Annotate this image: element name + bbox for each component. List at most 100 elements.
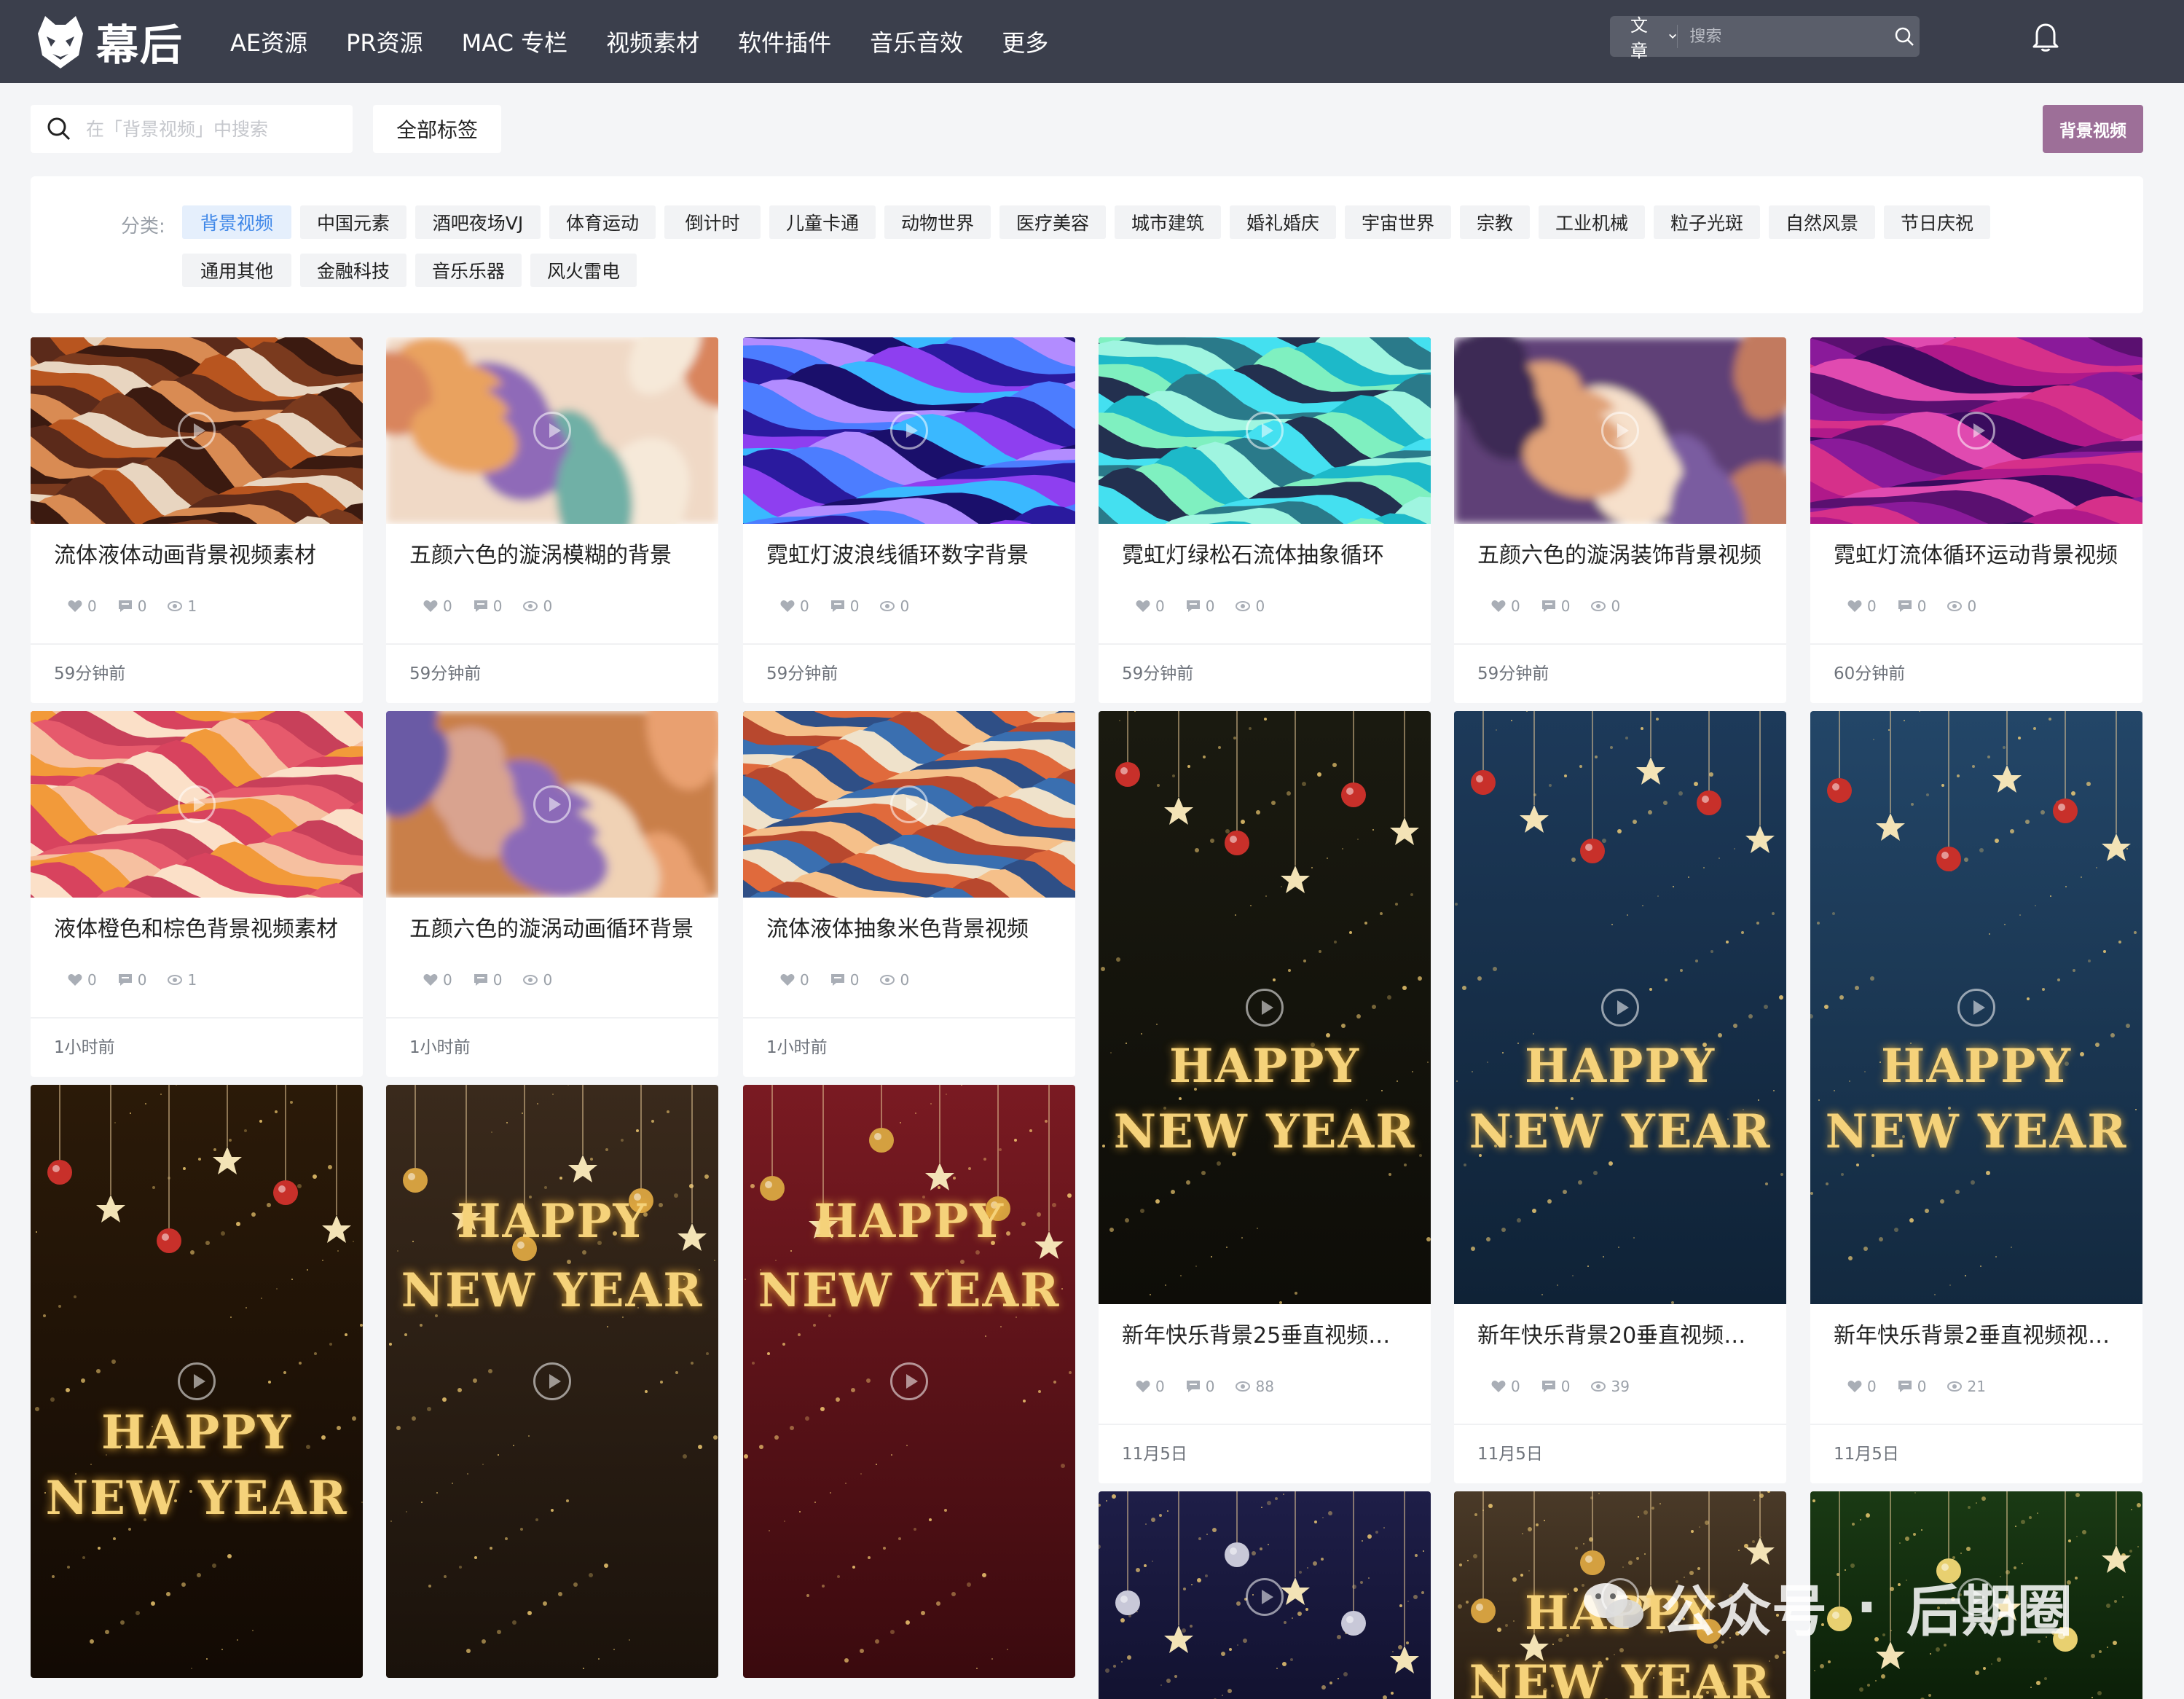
video-card[interactable]: 五颜六色的漩涡模糊的背景 0 0 0 59分钟前 [386,337,718,703]
likes-stat[interactable]: 0 [1135,597,1165,615]
play-icon[interactable] [1601,1578,1639,1616]
play-icon[interactable] [178,785,216,823]
card-title[interactable]: 流体液体抽象米色背景视频 [743,898,1075,962]
video-card[interactable]: HAPPY NEW YEAR [743,1085,1075,1678]
category-chip[interactable]: 通用其他 [182,254,291,287]
nav-ae-resources[interactable]: AE资源 [230,25,307,58]
card-title[interactable]: 霓虹灯流体循环运动背景视频 [1810,524,2142,588]
category-chip[interactable]: 医疗美容 [999,205,1106,239]
nav-music-sfx[interactable]: 音乐音效 [870,25,963,58]
play-icon[interactable] [890,785,928,823]
video-thumbnail[interactable]: HAPPY NEW YEAR [31,1085,363,1678]
video-card[interactable]: 五颜六色的漩涡动画循环背景 0 0 0 1小时前 [386,711,718,1077]
category-chip-active[interactable]: 背景视频 [182,205,291,239]
comments-stat[interactable]: 0 [1185,597,1214,615]
tag-search-input[interactable] [86,118,334,140]
video-thumbnail[interactable] [1810,337,2142,524]
category-chip[interactable]: 城市建筑 [1115,205,1221,239]
likes-stat[interactable]: 0 [1847,1378,1877,1395]
category-chip[interactable]: 倒计时 [664,205,761,239]
comments-stat[interactable]: 0 [117,971,146,989]
category-chip[interactable]: 金融科技 [300,254,406,287]
video-card[interactable]: HAPPY NEW YEAR [31,1085,363,1678]
comments-stat[interactable]: 0 [1185,1378,1214,1395]
site-logo[interactable]: 幕后 [31,6,184,77]
video-card[interactable]: HAPPY NEW YEAR [1454,1491,1786,1699]
category-chip[interactable]: 风火雷电 [530,254,637,287]
play-icon[interactable] [178,412,216,450]
category-chip[interactable]: 宇宙世界 [1345,205,1451,239]
video-card[interactable]: HAPPY NEW YEAR 新年快乐背景20垂直视频素材 0 0 39 11月5日 [1454,711,1786,1483]
video-thumbnail[interactable] [1099,1491,1431,1699]
search-type-dropdown[interactable]: 文章 [1610,11,1677,62]
search-button[interactable] [1889,16,1920,57]
global-search-input[interactable] [1678,27,1890,46]
category-chip[interactable]: 节日庆祝 [1884,205,1990,239]
likes-stat[interactable]: 0 [423,971,452,989]
video-thumbnail[interactable]: HAPPY NEW YEAR [1454,711,1786,1304]
video-thumbnail[interactable] [1099,337,1431,524]
play-icon[interactable] [533,1362,571,1400]
play-icon[interactable] [1957,1578,1995,1616]
likes-stat[interactable]: 0 [1490,597,1520,615]
video-thumbnail[interactable] [386,337,718,524]
category-chip[interactable]: 工业机械 [1539,205,1645,239]
video-card[interactable] [1099,1491,1431,1699]
play-icon[interactable] [1957,412,1995,450]
video-thumbnail[interactable] [743,711,1075,898]
play-icon[interactable] [533,412,571,450]
current-tag-badge[interactable]: 背景视频 [2043,105,2143,153]
play-icon[interactable] [1246,1578,1284,1616]
video-thumbnail[interactable]: HAPPY NEW YEAR [743,1085,1075,1678]
category-chip[interactable]: 音乐乐器 [415,254,522,287]
video-thumbnail[interactable] [1454,337,1786,524]
likes-stat[interactable]: 0 [67,597,97,615]
nav-video-assets[interactable]: 视频素材 [606,25,699,58]
comments-stat[interactable]: 0 [1541,1378,1570,1395]
video-thumbnail[interactable]: HAPPY NEW YEAR [1810,711,2142,1304]
comments-stat[interactable]: 0 [1897,1378,1926,1395]
nav-mac-column[interactable]: MAC 专栏 [462,25,567,58]
likes-stat[interactable]: 0 [67,971,97,989]
comments-stat[interactable]: 0 [1541,597,1570,615]
card-title[interactable]: 流体液体动画背景视频素材 [31,524,363,588]
likes-stat[interactable]: 0 [423,597,452,615]
comments-stat[interactable]: 0 [830,971,859,989]
nav-more[interactable]: 更多 [1002,25,1048,58]
play-icon[interactable] [1957,989,1995,1027]
likes-stat[interactable]: 0 [779,597,809,615]
video-card[interactable]: 霓虹灯流体循环运动背景视频 0 0 0 60分钟前 [1810,337,2142,703]
category-chip[interactable]: 粒子光斑 [1654,205,1760,239]
video-thumbnail[interactable] [1810,1491,2142,1699]
video-thumbnail[interactable] [386,711,718,898]
video-card[interactable]: 霓虹灯波浪线循环数字背景 0 0 0 59分钟前 [743,337,1075,703]
video-card[interactable]: 流体液体抽象米色背景视频 0 0 0 1小时前 [743,711,1075,1077]
likes-stat[interactable]: 0 [1847,597,1877,615]
video-card[interactable]: 流体液体动画背景视频素材 0 0 1 59分钟前 [31,337,363,703]
card-title[interactable]: 新年快乐背景20垂直视频素材 [1454,1304,1786,1368]
comments-stat[interactable]: 0 [473,971,502,989]
video-thumbnail[interactable] [743,337,1075,524]
category-chip[interactable]: 酒吧夜场VJ [415,205,541,239]
card-title[interactable]: 新年快乐背景2垂直视频视频素材 [1810,1304,2142,1368]
play-icon[interactable] [1601,412,1639,450]
play-icon[interactable] [1246,989,1284,1027]
card-title[interactable]: 液体橙色和棕色背景视频素材 [31,898,363,962]
card-title[interactable]: 霓虹灯绿松石流体抽象循环 [1099,524,1431,588]
video-card[interactable]: HAPPY NEW YEAR 新年快乐背景2垂直视频视频素材 0 0 21 11月5日 [1810,711,2142,1483]
comments-stat[interactable]: 0 [830,597,859,615]
video-thumbnail[interactable]: HAPPY NEW YEAR [1454,1491,1786,1699]
play-icon[interactable] [533,785,571,823]
video-thumbnail[interactable] [31,711,363,898]
likes-stat[interactable]: 0 [1490,1378,1520,1395]
category-chip[interactable]: 动物世界 [884,205,991,239]
nav-pr-resources[interactable]: PR资源 [346,25,423,58]
video-card[interactable]: 液体橙色和棕色背景视频素材 0 0 1 1小时前 [31,711,363,1077]
play-icon[interactable] [890,412,928,450]
category-chip[interactable]: 儿童卡通 [769,205,876,239]
card-title[interactable]: 五颜六色的漩涡模糊的背景 [386,524,718,588]
play-icon[interactable] [1246,412,1284,450]
card-title[interactable]: 五颜六色的漩涡装饰背景视频 [1454,524,1786,588]
bell-icon[interactable] [2031,20,2060,52]
video-card[interactable]: 五颜六色的漩涡装饰背景视频 0 0 0 59分钟前 [1454,337,1786,703]
